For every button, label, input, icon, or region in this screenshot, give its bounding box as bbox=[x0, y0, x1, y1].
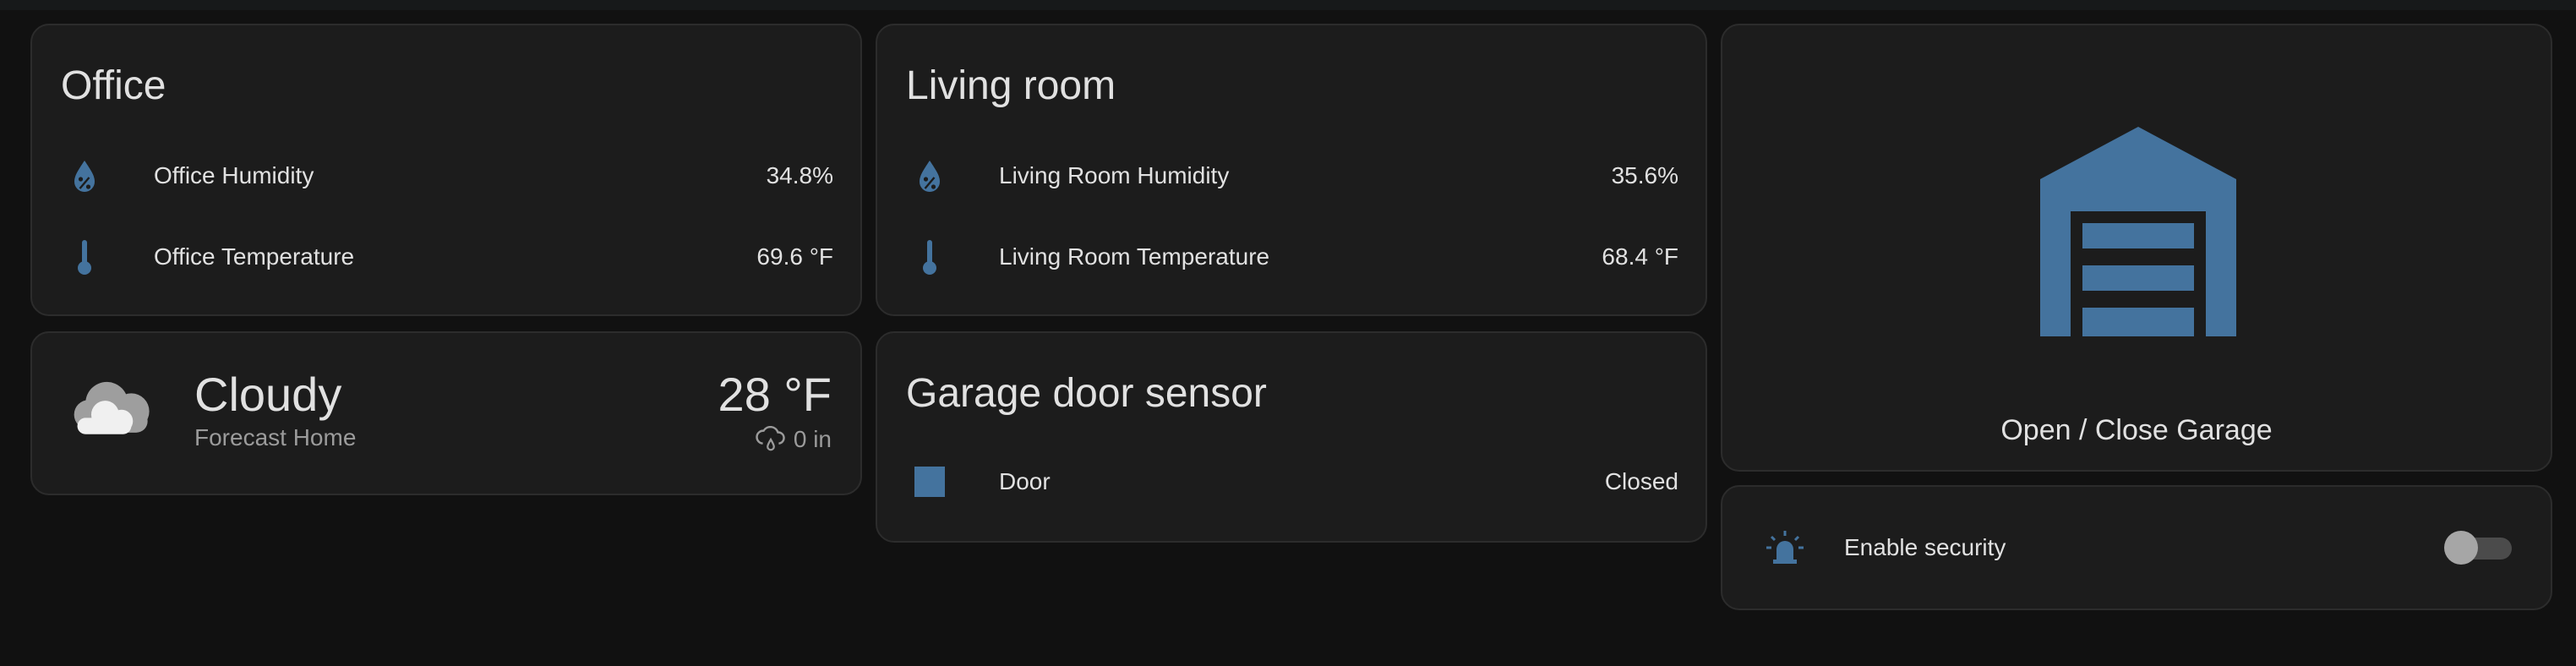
weather-forecast-card[interactable]: Cloudy Forecast Home 28 °F 0 in bbox=[30, 331, 862, 495]
door-row[interactable]: Door Closed bbox=[877, 456, 1706, 507]
card-title: Garage door sensor bbox=[906, 371, 1267, 416]
cloudy-icon bbox=[74, 381, 150, 434]
enable-security-toggle[interactable] bbox=[2444, 531, 2515, 565]
security-card: Enable security bbox=[1721, 485, 2552, 610]
living-room-temperature-row[interactable]: Living Room Temperature 68.4 °F bbox=[877, 232, 1706, 282]
weather-temperature: 28 °F bbox=[718, 368, 832, 421]
sensor-value: 34.8% bbox=[766, 162, 833, 188]
open-close-garage-button[interactable]: Open / Close Garage bbox=[1721, 24, 2552, 472]
living-room-card: Living room Living Room Humidity 35.6% L… bbox=[876, 24, 1707, 316]
precipitation-value: 0 in bbox=[793, 426, 832, 452]
office-humidity-row[interactable]: Office Humidity 34.8% bbox=[32, 150, 860, 201]
square-icon bbox=[914, 467, 945, 497]
sensor-value: Closed bbox=[1604, 468, 1678, 494]
sensor-label: Living Room Humidity bbox=[999, 162, 1230, 188]
alarm-light-icon bbox=[1766, 531, 1804, 564]
cloud-rain-icon bbox=[756, 426, 785, 451]
toggle-thumb bbox=[2444, 531, 2478, 565]
weather-condition: Cloudy bbox=[194, 368, 342, 421]
thermometer-icon bbox=[78, 240, 91, 275]
garage-button-label: Open / Close Garage bbox=[2000, 414, 2273, 446]
sensor-value: 69.6 °F bbox=[756, 243, 833, 270]
weather-precipitation: 0 in bbox=[755, 426, 832, 453]
garage-door-sensor-card: Garage door sensor Door Closed bbox=[876, 331, 1707, 543]
card-title: Office bbox=[61, 63, 166, 108]
sensor-label: Living Room Temperature bbox=[999, 243, 1270, 270]
sensor-label: Office Humidity bbox=[154, 162, 314, 188]
sensor-label: Enable security bbox=[1844, 534, 2006, 560]
enable-security-row[interactable]: Enable security bbox=[1722, 522, 2551, 573]
office-temperature-row[interactable]: Office Temperature 69.6 °F bbox=[32, 232, 860, 282]
weather-entity-name: Forecast Home bbox=[194, 424, 357, 450]
top-header-bar bbox=[0, 0, 2576, 10]
card-title: Living room bbox=[906, 63, 1116, 108]
water-percent-icon bbox=[920, 161, 940, 192]
water-percent-icon bbox=[74, 161, 95, 192]
office-card: Office Office Humidity 34.8% Office Temp… bbox=[30, 24, 862, 316]
sensor-label: Office Temperature bbox=[154, 243, 355, 270]
living-room-humidity-row[interactable]: Living Room Humidity 35.6% bbox=[877, 150, 1706, 201]
sensor-label: Door bbox=[999, 468, 1051, 494]
sensor-value: 35.6% bbox=[1611, 162, 1678, 188]
sensor-value: 68.4 °F bbox=[1602, 243, 1678, 270]
thermometer-icon bbox=[923, 240, 936, 275]
garage-icon bbox=[2040, 127, 2236, 336]
